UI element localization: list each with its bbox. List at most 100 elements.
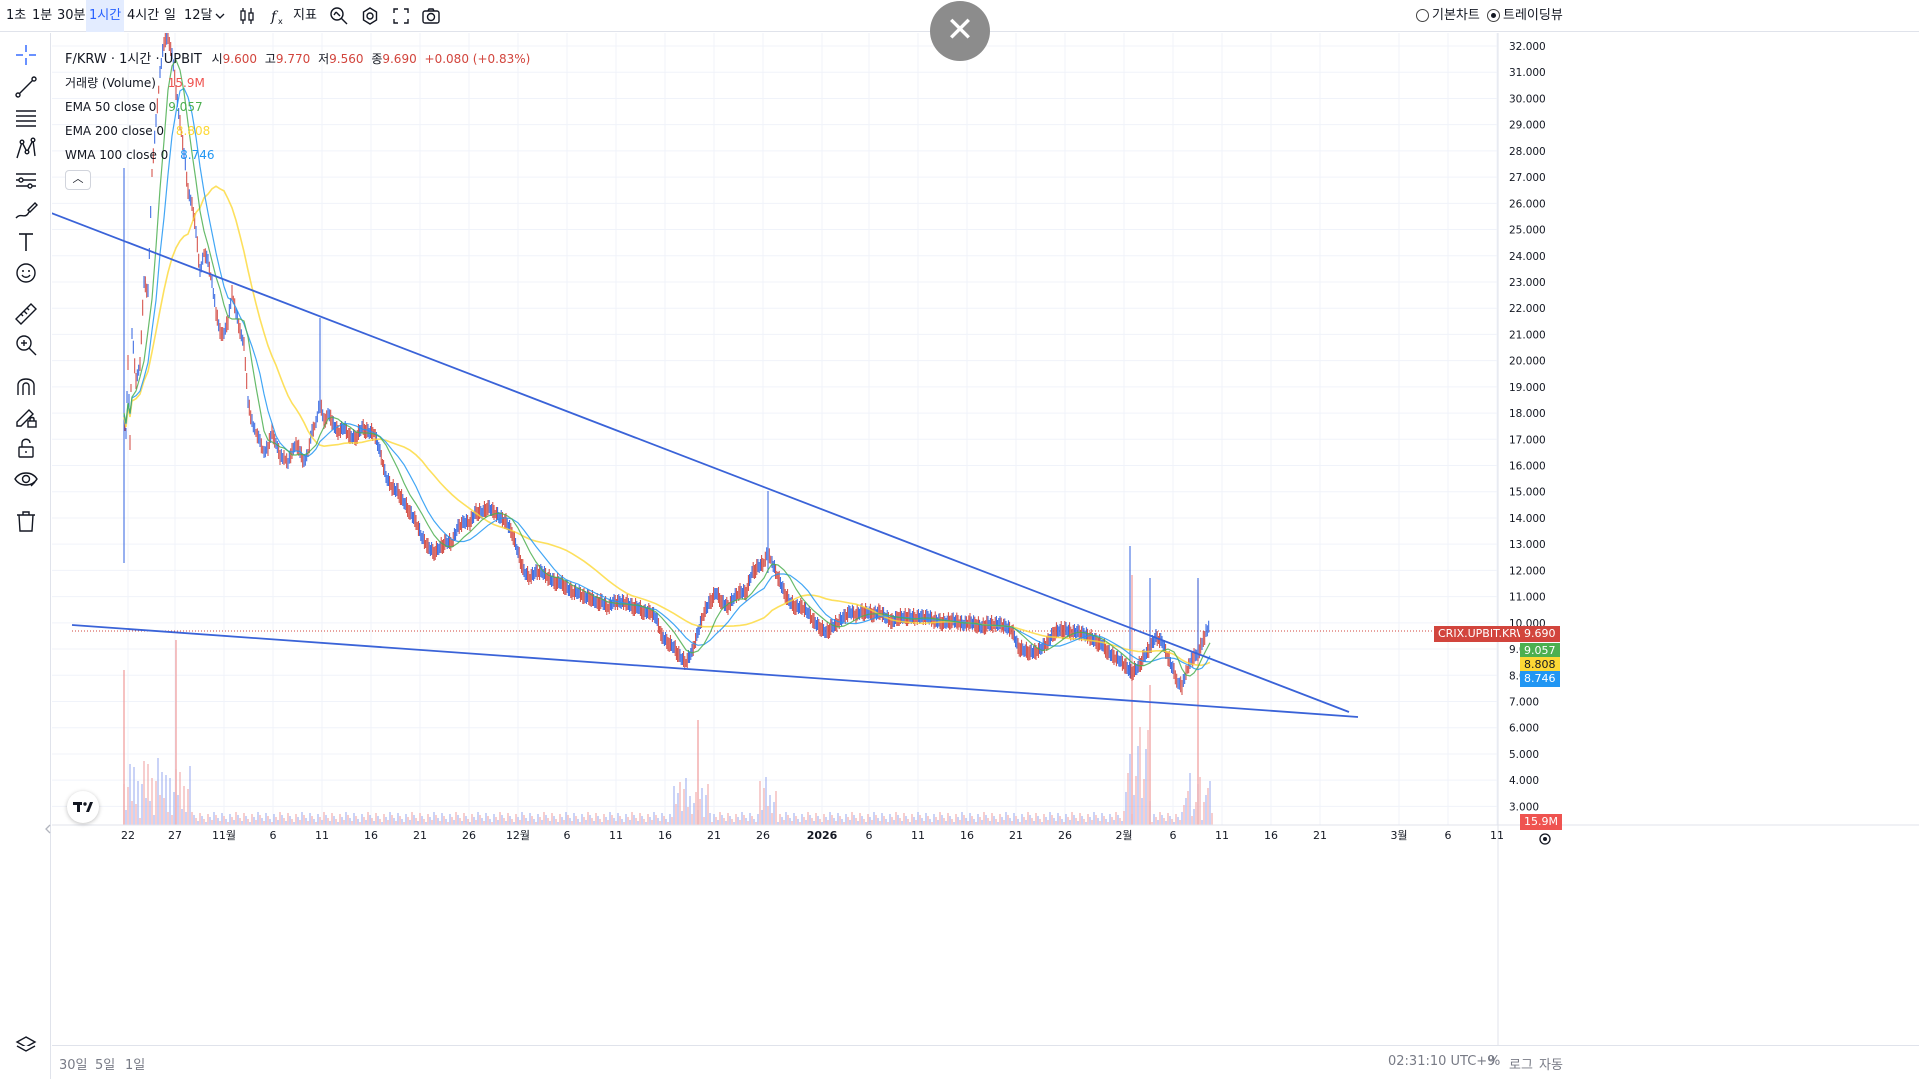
time-tick: 11 [609, 829, 623, 842]
object-tree-icon[interactable] [13, 1033, 39, 1059]
symbol-title[interactable]: F/KRW · 1시간 · UPBIT [65, 52, 202, 67]
price-tick: 32.000 [1509, 41, 1546, 53]
percent-toggle[interactable]: % [1488, 1054, 1500, 1069]
axes: 32.000 31.000 30.000 29.000 28.000 27.000 26.0… [52, 33, 1919, 1045]
price-tick: 19.000 [1509, 382, 1546, 394]
tradingview-logo[interactable] [67, 791, 99, 823]
price-tick: 18.000 [1509, 408, 1546, 420]
chart-legend: F/KRW · 1시간 · UPBIT 시9.600 고9.770 저9.560… [65, 47, 530, 167]
fullscreen-icon[interactable] [391, 6, 411, 26]
prediction-tools-icon[interactable] [13, 167, 39, 193]
price-tick: 28.000 [1509, 146, 1546, 158]
interval-4h[interactable]: 4시간 [127, 0, 159, 32]
price-tick: 21.000 [1509, 329, 1546, 341]
time-tick: 16 [658, 829, 672, 842]
indicator-row-volume[interactable]: 거래량 (Volume) 15.9M [65, 71, 530, 95]
tv-logo-icon [73, 802, 93, 812]
price-chart[interactable]: 32.000 31.000 30.000 29.000 28.000 27.000 26.0… [52, 33, 1919, 1045]
ruler-icon[interactable] [13, 301, 39, 327]
indicators-button[interactable]: 지표 [293, 0, 317, 32]
indicator-row-wma100[interactable]: WMA 100 close 0 8.746 [65, 143, 530, 167]
volume-tag: 15.9M [1520, 814, 1562, 830]
search-compare-icon[interactable] [329, 6, 349, 26]
collapse-toolbar-icon[interactable] [44, 823, 52, 835]
price-tick: 15.000 [1509, 487, 1546, 499]
interval-1s[interactable]: 1초 [6, 0, 26, 32]
interval-30m[interactable]: 30분 [57, 0, 86, 32]
trendline-icon[interactable] [13, 74, 39, 100]
axis-settings-icon [1539, 833, 1551, 845]
indicator-value: 8.746 [180, 148, 215, 162]
fx-icon[interactable]: fx [269, 6, 289, 26]
candles-icon[interactable] [237, 6, 257, 26]
indicator-name: EMA 200 close 0 [65, 124, 165, 138]
price-tick: 12.000 [1509, 565, 1546, 577]
brush-icon[interactable] [13, 198, 39, 224]
trash-icon[interactable] [13, 508, 39, 534]
radio-tradingview[interactable] [1487, 9, 1500, 22]
interval-1d[interactable]: 일 [164, 0, 176, 32]
price-tick: 5.000 [1509, 749, 1539, 761]
price-tick: 6.000 [1509, 723, 1539, 735]
change-value: +0.080 (+0.83%) [424, 52, 531, 66]
ema200-line [123, 185, 1211, 666]
price-tick: 23.000 [1509, 277, 1546, 289]
range-5d[interactable]: 5일 [95, 1054, 115, 1073]
lock-pencil-icon[interactable] [13, 404, 39, 430]
indicator-name: WMA 100 close 0 [65, 148, 169, 162]
emoji-icon[interactable] [13, 260, 39, 286]
price-tick: 4.000 [1509, 775, 1539, 787]
time-tick: 6 [564, 829, 571, 842]
range-1d[interactable]: 1일 [125, 1054, 145, 1073]
time-tick: 11 [1215, 829, 1229, 842]
time-tick: 21 [707, 829, 721, 842]
high-value: 9.770 [275, 52, 311, 66]
zoom-in-icon[interactable] [13, 332, 39, 358]
time-tick: 21 [1009, 829, 1023, 842]
text-icon[interactable] [13, 229, 39, 255]
time-tick: 6 [1445, 829, 1452, 842]
pattern-icon[interactable] [13, 136, 39, 162]
time-tick: 11 [911, 829, 925, 842]
range-30d[interactable]: 30일 [59, 1054, 88, 1073]
indicator-row-ema200[interactable]: EMA 200 close 0 8.808 [65, 119, 530, 143]
camera-icon[interactable] [421, 6, 441, 26]
low-value: 9.560 [329, 52, 364, 66]
time-tick: 16 [960, 829, 974, 842]
radio-basic-chart[interactable] [1416, 9, 1429, 22]
auto-toggle[interactable]: 자동 [1539, 1054, 1563, 1073]
legend-collapse-button[interactable]: ︿ [65, 170, 91, 190]
price-tick: 16.000 [1509, 461, 1546, 473]
price-tick: 31.000 [1509, 67, 1546, 79]
time-tick: 3월 [1390, 829, 1407, 842]
close-button[interactable]: ✕ [930, 1, 990, 61]
log-toggle[interactable]: 로그 [1509, 1054, 1533, 1073]
trendline-lower [71, 624, 1359, 718]
interval-12mo[interactable]: 12달 [184, 0, 213, 32]
indicator-name: 거래량 (Volume) [65, 76, 156, 90]
clock[interactable]: 02:31:10 UTC+9 [1388, 1054, 1495, 1069]
price-tick: 24.000 [1509, 251, 1546, 263]
price-tick: 7.000 [1509, 697, 1539, 709]
indicator-row-ema50[interactable]: EMA 50 close 0 9.057 [65, 95, 530, 119]
interval-1h[interactable]: 1시간 [86, 0, 125, 32]
time-tick: 11 [1490, 829, 1504, 842]
crosshair-icon[interactable] [13, 42, 39, 68]
time-tick: 11월 [212, 829, 236, 842]
open-value: 9.600 [222, 52, 258, 66]
price-tick: 13.000 [1509, 539, 1546, 551]
time-tick: 27 [168, 829, 182, 842]
interval-1m[interactable]: 1분 [32, 0, 52, 32]
basic-chart-label[interactable]: 기본차트 [1432, 0, 1480, 32]
chevron-down-icon[interactable] [214, 10, 226, 22]
tradingview-label[interactable]: 트레이딩뷰 [1503, 0, 1563, 32]
price-tick: 22.000 [1509, 303, 1546, 315]
time-tick: 6 [270, 829, 277, 842]
settings-icon[interactable] [360, 6, 380, 26]
magnet-icon[interactable] [13, 373, 39, 399]
eye-icon[interactable] [13, 466, 39, 492]
unlock-icon[interactable] [13, 435, 39, 461]
time-tick: 21 [413, 829, 427, 842]
time-tick: 26 [462, 829, 476, 842]
horizontal-lines-icon[interactable] [13, 105, 39, 131]
